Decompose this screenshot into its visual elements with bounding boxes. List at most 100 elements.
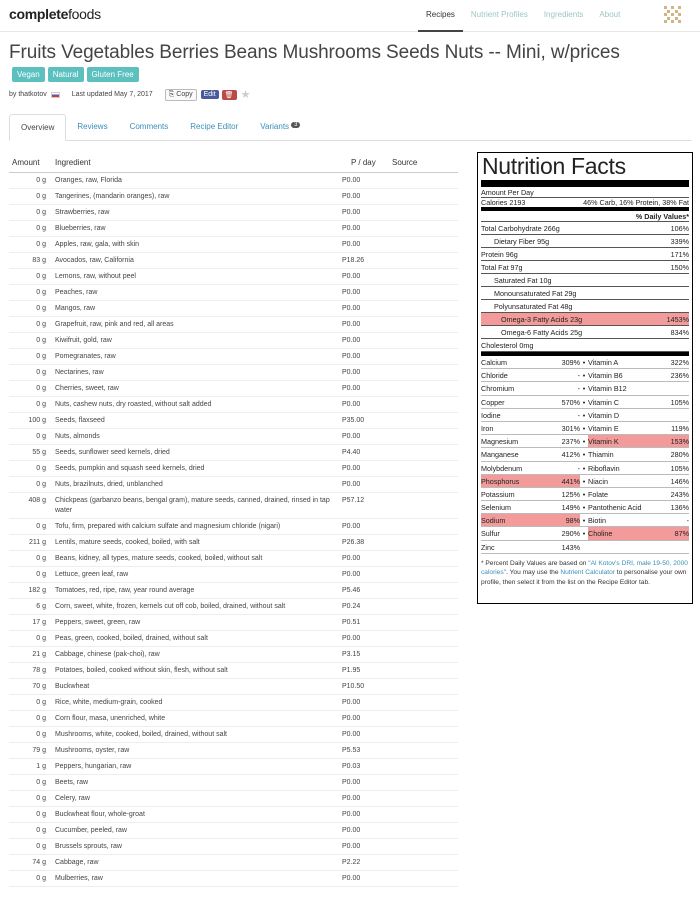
ingredient-name[interactable]: Cucumber, peeled, raw (46, 823, 342, 838)
ingredient-name[interactable]: Peaches, raw (46, 285, 342, 300)
micro-right-label: Vitamin C (588, 396, 659, 409)
ingredient-name[interactable]: Nuts, brazilnuts, dried, unblanched (46, 477, 342, 492)
ingredient-name[interactable]: Avocados, raw, California (46, 253, 342, 268)
ingredient-price: P2.22 (342, 859, 361, 866)
ingredient-name[interactable]: Brussels sprouts, raw (46, 839, 342, 854)
ingredient-name[interactable]: Grapefruit, raw, pink and red, all areas (46, 317, 342, 332)
ingredient-name[interactable]: Mulberries, raw (46, 871, 342, 886)
ingredient-price: P4.40 (342, 449, 361, 456)
bullet-icon: • (580, 462, 588, 475)
ingredient-name[interactable]: Tofu, firm, prepared with calcium sulfat… (46, 519, 342, 534)
copy-button[interactable]: ⎘ Copy (164, 88, 197, 101)
ingredient-name[interactable]: Beets, raw (46, 775, 342, 790)
ingredient-name[interactable]: Kiwifruit, gold, raw (46, 333, 342, 348)
ingredient-name[interactable]: Lentils, mature seeds, cooked, boiled, w… (46, 535, 342, 550)
ingredient-name[interactable]: Tangerines, (mandarin oranges), raw (46, 189, 342, 204)
table-row: 0 g Oranges, raw, Florida P0.00 (9, 173, 458, 189)
ingredient-amount: 0 g (36, 779, 46, 786)
table-row: 83 g Avocados, raw, California P18.26 (9, 253, 458, 269)
ingredient-name[interactable]: Celery, raw (46, 791, 342, 806)
ingredient-price: P0.00 (342, 555, 361, 562)
ingredient-source (382, 253, 442, 268)
ingredient-price: P57.12 (342, 497, 365, 504)
ingredient-amount: 0 g (36, 571, 46, 578)
tag-gluten-free[interactable]: Gluten Free (86, 67, 139, 82)
bullet-icon (580, 541, 588, 554)
copy-icon: ⎘ (168, 90, 175, 98)
ingredient-name[interactable]: Tomatoes, red, ripe, raw, year round ave… (46, 583, 342, 598)
ingredient-price: P0.00 (342, 353, 361, 360)
ingredient-name[interactable]: Peppers, hungarian, raw (46, 759, 342, 774)
recipe-meta: by thatkotov Last updated May 7, 2017 ⎘ … (9, 88, 250, 101)
ingredient-name[interactable]: Nuts, cashew nuts, dry roasted, without … (46, 397, 342, 412)
ingredient-name[interactable]: Lemons, raw, without peel (46, 269, 342, 284)
tab-overview[interactable]: Overview (9, 114, 67, 141)
author-link[interactable]: by thatkotov (9, 91, 47, 98)
ingredient-price: P0.00 (342, 843, 361, 850)
table-row: 21 g Cabbage, chinese (pak-choi), raw P3.1… (9, 647, 458, 663)
ingredient-name[interactable]: Mushrooms, white, cooked, boiled, draine… (46, 727, 342, 742)
nav-nutrient-profiles[interactable]: Nutrient Profiles (463, 0, 536, 32)
ingredient-name[interactable]: Potatoes, boiled, cooked without skin, f… (46, 663, 342, 678)
micro-right-value: - (659, 514, 689, 528)
ingredient-name[interactable]: Blueberries, raw (46, 221, 342, 236)
ingredient-name[interactable]: Buckwheat (46, 679, 342, 694)
bullet-icon: • (580, 369, 588, 383)
micro-left-value: 441% (533, 474, 580, 488)
ingredient-name[interactable]: Buckwheat flour, whole-groat (46, 807, 342, 822)
ingredient-name[interactable]: Apples, raw, gala, with skin (46, 237, 342, 252)
ingredient-name[interactable]: Beans, kidney, all types, mature seeds, … (46, 551, 342, 566)
ingredient-name[interactable]: Nectarines, raw (46, 365, 342, 380)
ingredient-name[interactable]: Corn flour, masa, unenriched, white (46, 711, 342, 726)
ingredient-source (382, 445, 442, 460)
ingredient-name[interactable]: Seeds, sunflower seed kernels, dried (46, 445, 342, 460)
ingredient-name[interactable]: Seeds, flaxseed (46, 413, 342, 428)
header-source: Source (392, 158, 418, 167)
nav-recipes[interactable]: Recipes (418, 0, 463, 32)
tag-vegan[interactable]: Vegan (12, 67, 45, 82)
ingredient-name[interactable]: Corn, sweet, white, frozen, kernels cut … (46, 599, 342, 614)
ingredient-name[interactable]: Peppers, sweet, green, raw (46, 615, 342, 630)
ingredient-name[interactable]: Pomegranates, raw (46, 349, 342, 364)
ingredient-name[interactable]: Rice, white, medium-grain, cooked (46, 695, 342, 710)
last-updated: Last updated May 7, 2017 (71, 91, 153, 98)
micro-right-label: Niacin (588, 475, 659, 488)
user-avatar-icon[interactable] (662, 4, 684, 26)
ingredient-name[interactable]: Chickpeas (garbanzo beans, bengal gram),… (46, 493, 342, 518)
ingredient-name[interactable]: Seeds, pumpkin and squash seed kernels, … (46, 461, 342, 476)
ingredient-amount: 211 g (29, 539, 46, 546)
ingredient-amount: 0 g (36, 523, 46, 530)
tab-recipe-editor[interactable]: Recipe Editor (179, 114, 249, 141)
ingredient-source (382, 413, 442, 428)
nav-ingredients[interactable]: Ingredients (536, 0, 592, 32)
tag-natural[interactable]: Natural (47, 67, 84, 82)
tab-comments[interactable]: Comments (119, 114, 180, 141)
macro-label: Total Carbohydrate 266g (481, 223, 560, 233)
star-icon[interactable]: ★ (241, 88, 251, 101)
ingredient-name[interactable]: Mushrooms, oyster, raw (46, 743, 342, 758)
micro-right-label: Thiamin (588, 448, 659, 462)
tab-variants[interactable]: Variants 3 (249, 114, 311, 141)
micro-left-value: 149% (533, 501, 580, 515)
ingredient-name[interactable]: Strawberries, raw (46, 205, 342, 220)
edit-button[interactable]: Edit (200, 90, 219, 99)
nav-about[interactable]: About (591, 0, 628, 32)
ingredient-price: P0.00 (342, 827, 361, 834)
ingredient-source (382, 727, 442, 742)
ingredient-name[interactable]: Cherries, sweet, raw (46, 381, 342, 396)
ingredient-name[interactable]: Peas, green, cooked, boiled, drained, wi… (46, 631, 342, 646)
ingredient-name[interactable]: Oranges, raw, Florida (46, 173, 342, 188)
ingredient-name[interactable]: Nuts, almonds (46, 429, 342, 444)
tab-reviews[interactable]: Reviews (66, 114, 118, 141)
ingredient-source (382, 663, 442, 678)
ingredient-name[interactable]: Lettuce, green leaf, raw (46, 567, 342, 582)
ingredient-name[interactable]: Cabbage, raw (46, 855, 342, 870)
ingredient-price: P0.00 (342, 241, 361, 248)
ingredient-name[interactable]: Mangos, raw (46, 301, 342, 316)
ingredient-source (382, 567, 442, 582)
nutrient-calculator-link[interactable]: Nutrient Calculator (560, 569, 615, 576)
delete-button[interactable]: 🗑 (221, 89, 237, 100)
ingredient-name[interactable]: Cabbage, chinese (pak-choi), raw (46, 647, 342, 662)
site-logo[interactable]: completefoods (9, 6, 101, 22)
table-row: 70 g Buckwheat P10.50 (9, 679, 458, 695)
